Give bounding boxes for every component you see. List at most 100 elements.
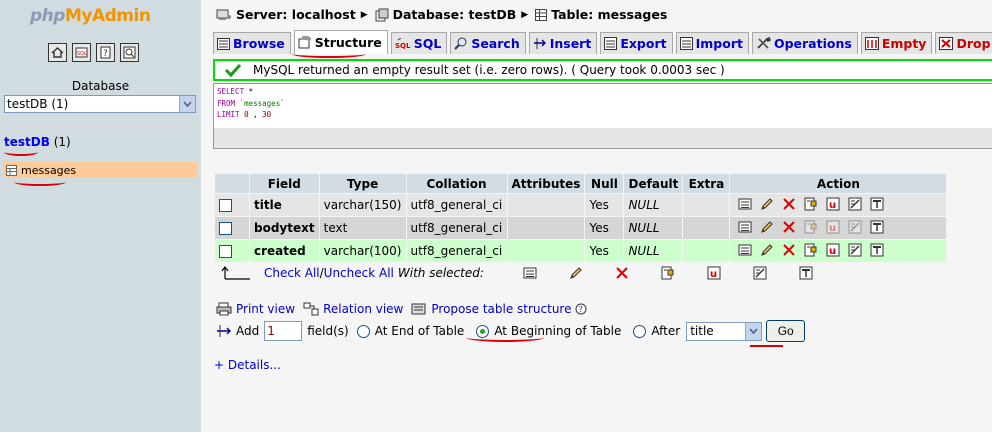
- fulltext-icon[interactable]: [866, 220, 888, 234]
- table-icon: [535, 8, 548, 21]
- print-view-link[interactable]: Print view: [216, 302, 295, 316]
- export-icon: [604, 37, 618, 50]
- tab-empty[interactable]: Empty: [860, 32, 933, 54]
- field-null: Yes: [585, 194, 624, 216]
- documentation-icon[interactable]: ?: [96, 43, 115, 62]
- main-content-frame: Server: localhost ▶ Database: testDB ▶ T…: [201, 0, 992, 432]
- bulk-fulltext-icon[interactable]: [783, 266, 829, 280]
- tab-insert[interactable]: Insert: [528, 32, 598, 54]
- tab-import[interactable]: Import: [675, 32, 749, 54]
- breadcrumb-table[interactable]: Table: messages: [551, 7, 667, 22]
- phpmyadmin-logo[interactable]: phpMyAdmin: [30, 6, 151, 26]
- drop-icon[interactable]: [778, 243, 800, 257]
- edit-icon[interactable]: [756, 197, 778, 211]
- drop-icon[interactable]: [778, 220, 800, 234]
- fulltext-icon[interactable]: [866, 197, 888, 211]
- edit-icon[interactable]: [756, 220, 778, 234]
- red-annotation-underline: [4, 148, 38, 156]
- relation-icon: [303, 302, 319, 316]
- chevron-down-icon[interactable]: [745, 322, 762, 340]
- table-row[interactable]: created varchar(100) utf8_general_ci Yes…: [215, 240, 947, 262]
- database-select[interactable]: testDB (1): [4, 95, 196, 113]
- primary-key-icon[interactable]: [800, 243, 822, 257]
- unique-icon[interactable]: u: [822, 197, 844, 211]
- after-field-select[interactable]: title: [686, 321, 763, 341]
- tab-operations[interactable]: Operations: [751, 32, 858, 54]
- table-row[interactable]: title varchar(150) utf8_general_ci Yes N…: [215, 194, 947, 216]
- help-icon[interactable]: ?: [575, 303, 587, 315]
- unique-icon[interactable]: u: [822, 220, 844, 234]
- drop-icon: [939, 37, 954, 50]
- table-row[interactable]: bodytext text utf8_general_ci Yes NULL u: [215, 217, 947, 239]
- bulk-index-icon[interactable]: [737, 266, 783, 280]
- field-null: Yes: [585, 217, 624, 239]
- sql-query-icon[interactable]: SQL: [72, 43, 91, 62]
- field-extra: [683, 194, 730, 216]
- sidebar-item-messages[interactable]: messages: [4, 162, 197, 178]
- fulltext-icon[interactable]: [866, 243, 888, 257]
- primary-key-icon[interactable]: [800, 220, 822, 234]
- field-extra: [683, 240, 730, 262]
- browse-icon: [217, 37, 230, 50]
- tab-drop[interactable]: Drop: [935, 32, 992, 54]
- go-button[interactable]: Go: [766, 320, 806, 342]
- server-icon: [216, 8, 232, 22]
- bulk-edit-icon[interactable]: [553, 266, 599, 280]
- browse-distinct-icon[interactable]: [734, 220, 756, 234]
- tab-search[interactable]: Search: [450, 32, 526, 54]
- unique-icon[interactable]: u: [822, 243, 844, 257]
- row-checkbox[interactable]: [219, 199, 232, 212]
- browse-distinct-icon[interactable]: [734, 243, 756, 257]
- radio-after[interactable]: [633, 324, 647, 338]
- printer-icon: [216, 302, 232, 316]
- drop-icon[interactable]: [778, 197, 800, 211]
- chevron-down-icon[interactable]: [179, 96, 195, 112]
- propose-structure-link[interactable]: Propose table structure ?: [411, 302, 591, 316]
- bulk-drop-icon[interactable]: [599, 266, 645, 280]
- details-link[interactable]: + Details...: [214, 358, 281, 372]
- field-count-input[interactable]: [264, 321, 303, 341]
- row-actions: u: [730, 194, 947, 216]
- search-icon: [454, 37, 468, 50]
- breadcrumb-separator-icon: ▶: [360, 9, 368, 20]
- bulk-primary-key-icon[interactable]: [645, 266, 691, 280]
- breadcrumb-database[interactable]: Database: testDB: [393, 7, 517, 22]
- breadcrumb-server[interactable]: Server: localhost: [236, 7, 356, 22]
- check-all-link[interactable]: Check All: [264, 266, 320, 280]
- browse-distinct-icon[interactable]: [734, 197, 756, 211]
- field-default: NULL: [624, 240, 683, 262]
- index-icon[interactable]: [844, 220, 866, 234]
- radio-after-label[interactable]: After: [651, 324, 680, 338]
- primary-key-icon[interactable]: [800, 197, 822, 211]
- radio-at-end[interactable]: [356, 324, 370, 338]
- row-actions: u: [730, 217, 947, 239]
- index-icon[interactable]: [844, 197, 866, 211]
- with-selected-label: With selected:: [397, 266, 484, 280]
- row-checkbox[interactable]: [219, 222, 232, 235]
- left-navigation-frame: phpMyAdmin SQL ? Database testDB (1) tes…: [0, 0, 201, 432]
- index-icon[interactable]: [844, 243, 866, 257]
- field-attributes: [507, 240, 585, 262]
- field-null: Yes: [585, 240, 624, 262]
- home-icon[interactable]: [48, 43, 67, 62]
- relation-view-link[interactable]: Relation view: [303, 302, 403, 316]
- sql-query-code[interactable]: SELECT * FROM `messages` LIMIT 0 , 30: [214, 84, 992, 128]
- uncheck-all-link[interactable]: Uncheck All: [324, 266, 394, 280]
- tab-export[interactable]: Export: [600, 32, 673, 54]
- database-label: Database: [71, 79, 130, 93]
- bulk-unique-icon[interactable]: u: [691, 266, 737, 280]
- add-field-icon: [217, 325, 231, 337]
- table-links: Print view Relation view Propose table s…: [216, 302, 599, 316]
- radio-at-end-label[interactable]: At End of Table: [375, 324, 465, 338]
- header-extra: Extra: [683, 174, 730, 193]
- tab-browse[interactable]: Browse: [213, 32, 291, 54]
- row-checkbox[interactable]: [219, 245, 232, 258]
- edit-icon[interactable]: [756, 243, 778, 257]
- field-default: NULL: [624, 194, 683, 216]
- database-link[interactable]: testDB: [4, 135, 50, 149]
- red-annotation-underline: [14, 178, 66, 186]
- bulk-browse-distinct-icon[interactable]: [507, 266, 553, 280]
- tab-sql[interactable]: SQL SQL: [390, 32, 448, 54]
- query-window-icon[interactable]: [120, 43, 139, 62]
- structure-table: Field Type Collation Attributes Null Def…: [214, 173, 947, 263]
